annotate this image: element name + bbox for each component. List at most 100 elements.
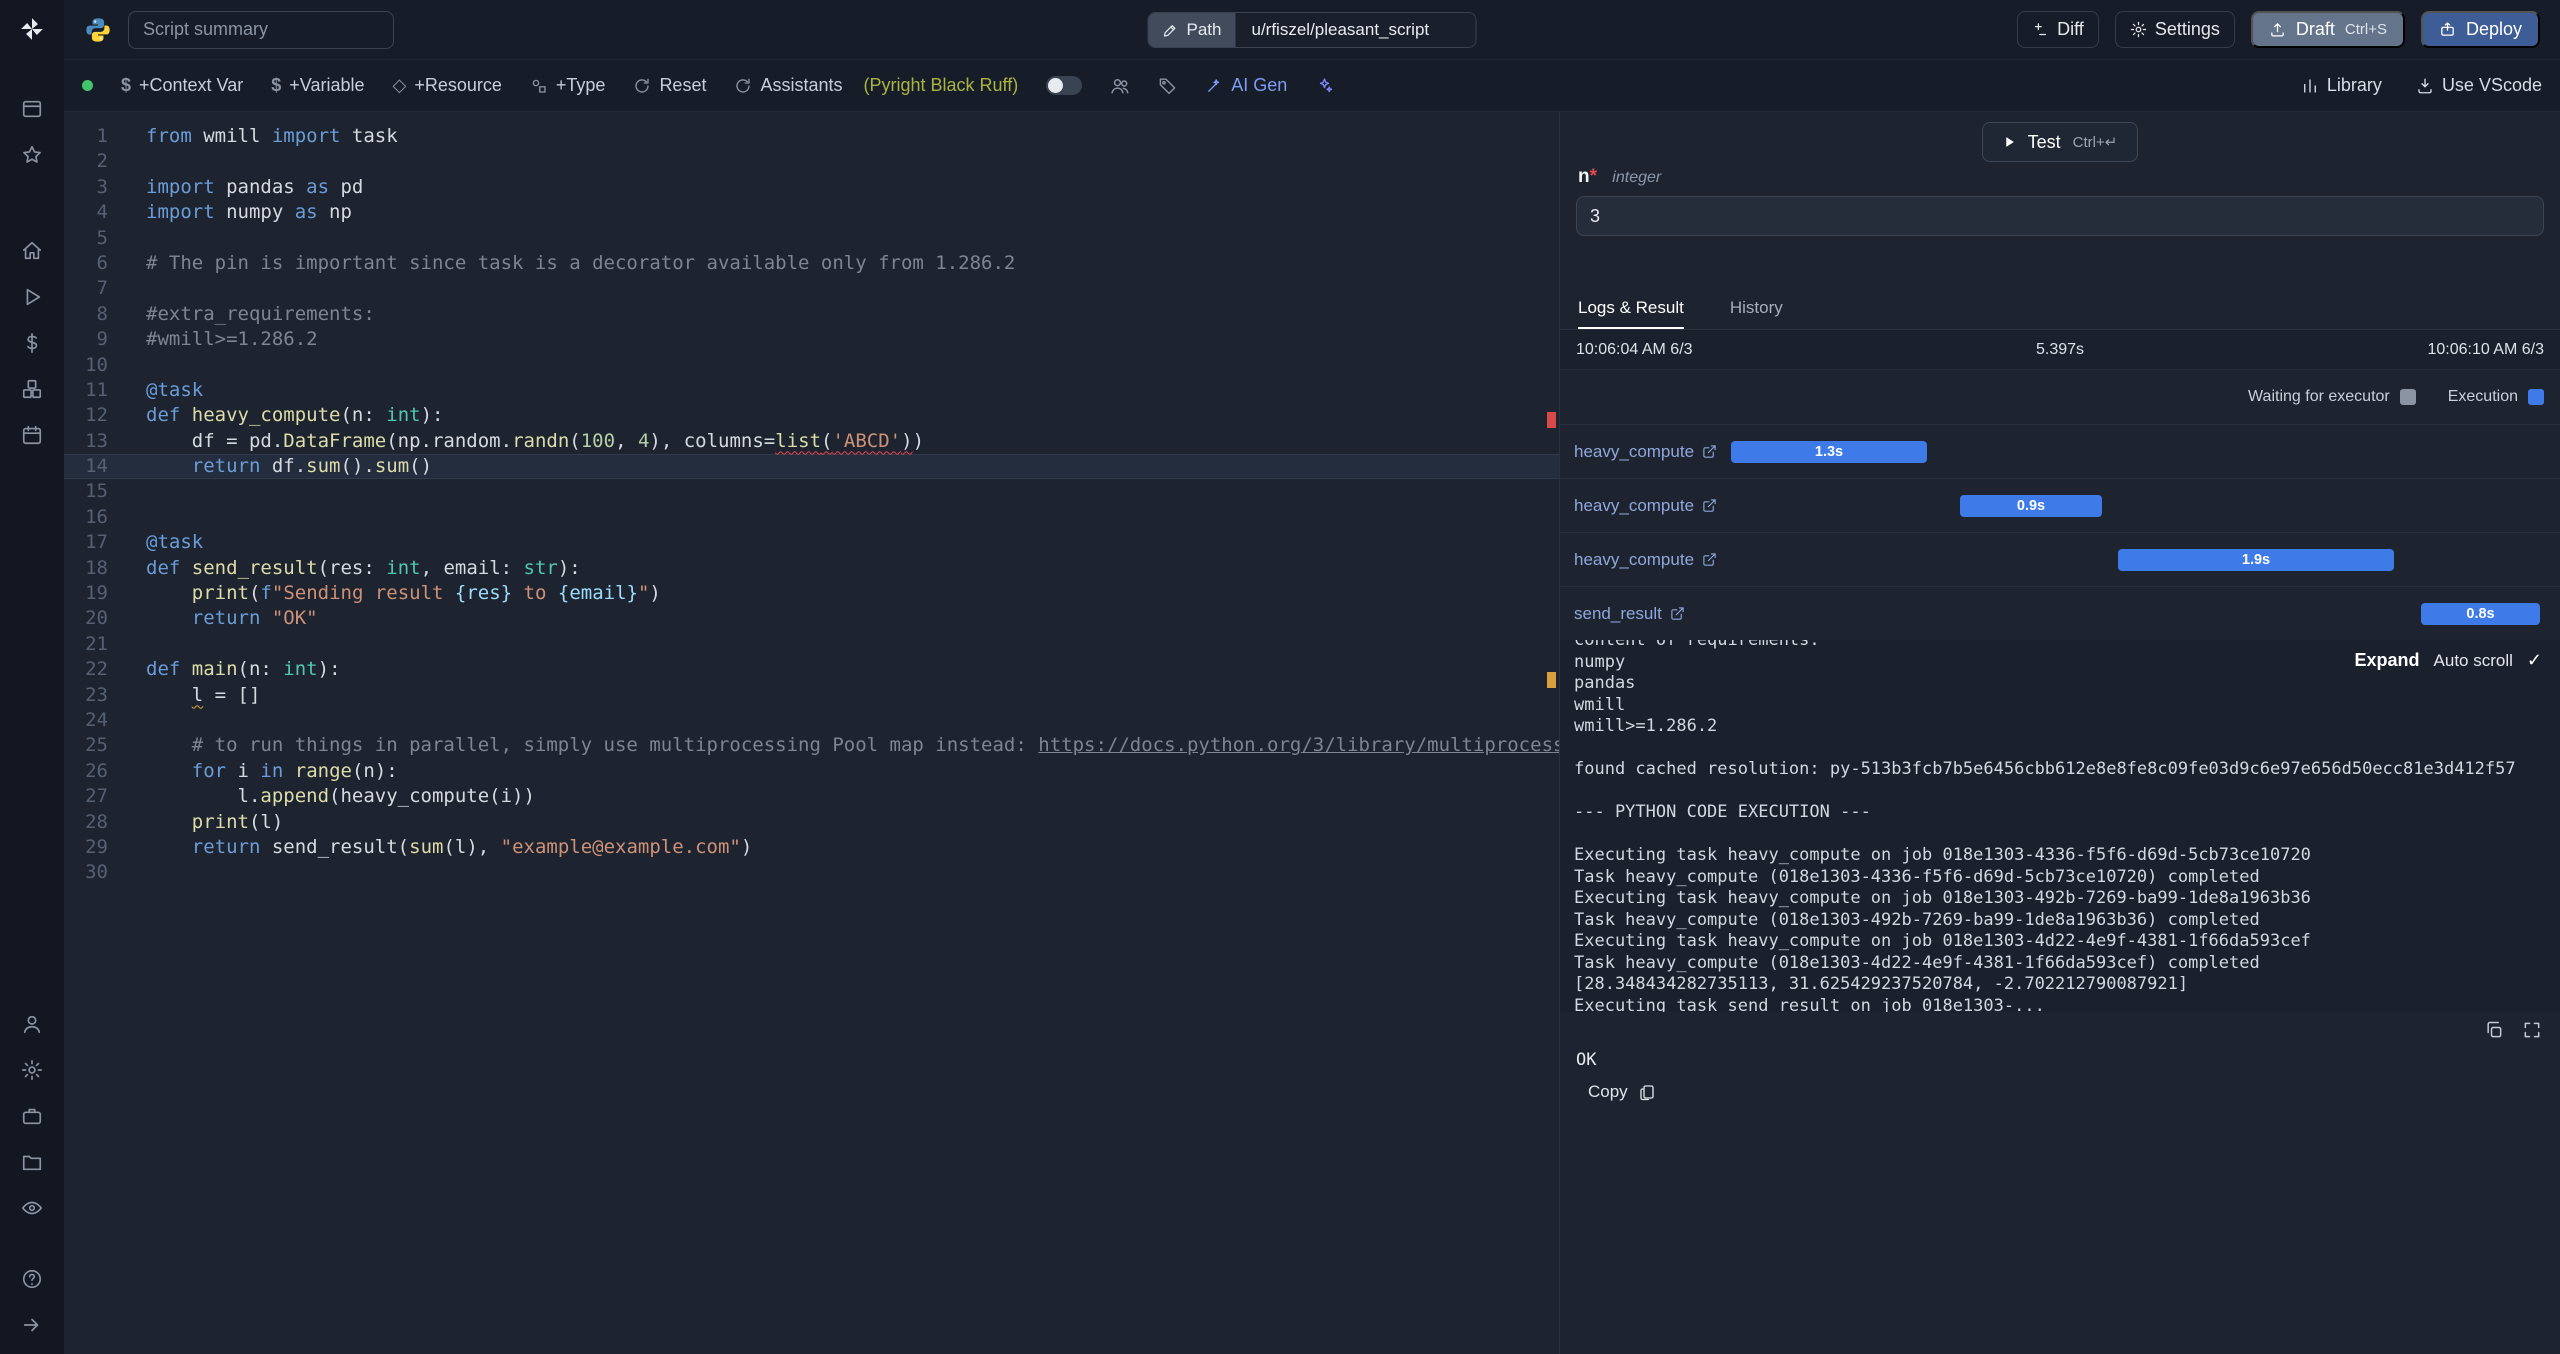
script-summary-input[interactable] bbox=[128, 10, 394, 49]
test-shortcut: Ctrl+↵ bbox=[2072, 134, 2118, 151]
line-number: 2 bbox=[96, 150, 108, 173]
deploy-button[interactable]: Deploy bbox=[2420, 11, 2540, 48]
multiplayer-button[interactable] bbox=[1110, 76, 1130, 96]
path-edit-button[interactable]: Path bbox=[1148, 12, 1236, 47]
code-line[interactable]: 17 @task bbox=[64, 530, 1559, 555]
code-line[interactable]: 22 def main(n: int): bbox=[64, 657, 1559, 682]
status-dot-icon bbox=[82, 80, 93, 91]
gantt-row: heavy_compute 1.3s bbox=[1560, 425, 2560, 479]
code-line[interactable]: 4 import numpy as np bbox=[64, 200, 1559, 225]
code-line[interactable]: 26 for i in range(n): bbox=[64, 759, 1559, 784]
tag-button[interactable] bbox=[1158, 76, 1177, 95]
code-line[interactable]: 6 # The pin is important since task is a … bbox=[64, 251, 1559, 276]
add-type-button[interactable]: +Type bbox=[530, 75, 605, 96]
code-text: def heavy_compute(n: int): bbox=[146, 404, 444, 427]
expand-logs-button[interactable]: Expand bbox=[2355, 650, 2420, 671]
line-number: 7 bbox=[96, 277, 108, 300]
test-button[interactable]: Test Ctrl+↵ bbox=[1981, 122, 2139, 162]
windmill-logo-icon[interactable] bbox=[0, 16, 64, 42]
copy-result-icon[interactable] bbox=[2484, 1020, 2504, 1040]
code-line[interactable]: 19 print(f"Sending result {res} to {emai… bbox=[64, 581, 1559, 606]
tab-logs-result[interactable]: Logs & Result bbox=[1578, 294, 1684, 329]
code-line[interactable]: 9 #wmill>=1.286.2 bbox=[64, 327, 1559, 352]
code-line[interactable]: 3 import pandas as pd bbox=[64, 175, 1559, 200]
code-text: from wmill import task bbox=[146, 125, 398, 147]
assistants-button[interactable]: Assistants (Pyright Black Ruff) bbox=[734, 75, 1018, 96]
code-line[interactable]: 11 @task bbox=[64, 378, 1559, 403]
code-line[interactable]: 27 l.append(heavy_compute(i)) bbox=[64, 784, 1559, 809]
task-link[interactable]: heavy_compute bbox=[1574, 442, 1717, 462]
warning-marker[interactable] bbox=[1547, 672, 1556, 688]
task-link[interactable]: send_result bbox=[1574, 604, 1685, 624]
code-line[interactable]: 7 bbox=[64, 276, 1559, 301]
ai-gen-button[interactable]: AI Gen bbox=[1205, 75, 1287, 96]
legend-execution-label: Execution bbox=[2447, 388, 2518, 405]
resources-icon[interactable] bbox=[0, 366, 64, 412]
sparkles-icon[interactable] bbox=[1315, 76, 1334, 95]
arg-n-input[interactable] bbox=[1576, 196, 2544, 236]
duration-bar[interactable]: 0.8s bbox=[2421, 603, 2540, 625]
favorites-star-icon[interactable] bbox=[0, 132, 64, 178]
code-line[interactable]: 29 return send_result(sum(l), "example@e… bbox=[64, 835, 1559, 860]
code-line[interactable]: 21 bbox=[64, 632, 1559, 657]
code-line[interactable]: 20 return "OK" bbox=[64, 606, 1559, 631]
use-vscode-button[interactable]: Use VScode bbox=[2416, 75, 2542, 96]
variables-icon[interactable] bbox=[0, 320, 64, 366]
code-line[interactable]: 28 print(l) bbox=[64, 810, 1559, 835]
dollar-icon: $ bbox=[271, 75, 282, 95]
add-variable-button[interactable]: $ +Variable bbox=[271, 75, 364, 96]
draft-button[interactable]: Draft Ctrl+S bbox=[2250, 11, 2405, 48]
duration-bar[interactable]: 0.9s bbox=[1960, 495, 2102, 517]
arg-name: n bbox=[1578, 166, 1590, 187]
duration-bar[interactable]: 1.3s bbox=[1731, 441, 1927, 463]
code-line[interactable]: 25 # to run things in parallel, simply u… bbox=[64, 733, 1559, 758]
code-text: @task bbox=[146, 378, 204, 401]
code-line[interactable]: 30 bbox=[64, 860, 1559, 885]
code-text: print(l) bbox=[191, 810, 284, 833]
duration-bar[interactable]: 1.9s bbox=[2118, 549, 2394, 571]
add-context-var-button[interactable]: $ +Context Var bbox=[121, 75, 243, 96]
code-line[interactable]: 23 l = [] bbox=[64, 683, 1559, 708]
code-line[interactable]: 15 bbox=[64, 479, 1559, 504]
log-output[interactable]: content of requirements: numpy pandas wm… bbox=[1560, 640, 2560, 1012]
folders-icon[interactable] bbox=[0, 1139, 64, 1185]
code-line[interactable]: 10 bbox=[64, 353, 1559, 378]
reset-button[interactable]: Reset bbox=[633, 75, 706, 96]
code-line[interactable]: 12 def heavy_compute(n: int): bbox=[64, 403, 1559, 428]
code-line[interactable]: 5 bbox=[64, 226, 1559, 251]
code-line[interactable]: 14 return df.sum().sum() bbox=[64, 454, 1559, 480]
error-marker[interactable] bbox=[1547, 412, 1556, 428]
code-line[interactable]: 13 df = pd.DataFrame(np.random.randn(100… bbox=[64, 429, 1559, 454]
library-button[interactable]: Library bbox=[2301, 75, 2382, 96]
diff-mode-toggle[interactable] bbox=[1046, 76, 1083, 95]
help-icon[interactable] bbox=[0, 1256, 64, 1302]
code-editor[interactable]: 1 from wmill import task 2 3 import pandas a… bbox=[64, 112, 1560, 1354]
runs-icon[interactable] bbox=[0, 274, 64, 320]
task-link[interactable]: heavy_compute bbox=[1574, 550, 1717, 570]
add-resource-button[interactable]: ◇ +Resource bbox=[392, 75, 501, 96]
user-icon[interactable] bbox=[0, 1001, 64, 1047]
diff-button[interactable]: Diff bbox=[2017, 11, 2099, 48]
run-panel: Test Ctrl+↵ n* integer Logs & Result His… bbox=[1560, 112, 2560, 1354]
workers-icon[interactable] bbox=[0, 1093, 64, 1139]
tab-history[interactable]: History bbox=[1730, 294, 1783, 329]
home-icon[interactable] bbox=[0, 228, 64, 274]
settings-gear-icon[interactable] bbox=[0, 1047, 64, 1093]
code-line[interactable]: 18 def send_result(res: int, email: str): bbox=[64, 556, 1559, 581]
apps-icon[interactable] bbox=[0, 86, 64, 132]
code-line[interactable]: 16 bbox=[64, 505, 1559, 530]
code-line[interactable]: 1 from wmill import task bbox=[64, 124, 1559, 149]
audit-eye-icon[interactable] bbox=[0, 1185, 64, 1231]
schedules-icon[interactable] bbox=[0, 412, 64, 458]
code-line[interactable]: 8 #extra_requirements: bbox=[64, 302, 1559, 327]
path-value[interactable]: u/rfiszel/pleasant_script bbox=[1235, 12, 1476, 47]
task-link[interactable]: heavy_compute bbox=[1574, 496, 1717, 516]
settings-button[interactable]: Settings bbox=[2114, 11, 2235, 48]
copy-button[interactable]: Copy bbox=[1588, 1082, 1656, 1102]
autoscroll-checkbox[interactable]: ✓ bbox=[2527, 650, 2542, 671]
code-line[interactable]: 2 bbox=[64, 149, 1559, 174]
collapse-arrow-icon[interactable] bbox=[0, 1302, 64, 1348]
fullscreen-icon[interactable] bbox=[2522, 1020, 2542, 1040]
code-line[interactable]: 24 bbox=[64, 708, 1559, 733]
